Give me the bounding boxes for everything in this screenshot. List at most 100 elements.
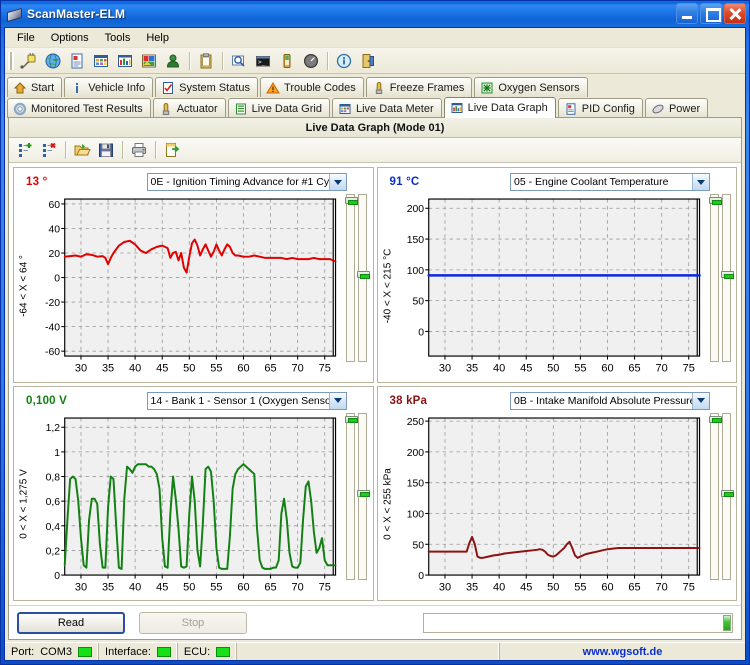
tab-actuator[interactable]: Actuator — [152, 98, 226, 118]
chart-panel-o2-sensor: 0,100 V 14 - Bank 1 - Sensor 1 (Oxygen S… — [13, 385, 374, 601]
svg-text:200: 200 — [406, 204, 424, 215]
svg-text:65: 65 — [264, 581, 276, 593]
terminal-icon[interactable]: >_ — [252, 50, 274, 72]
pid-select-coolant-temp[interactable]: 05 - Engine Coolant Temperature — [510, 173, 710, 191]
read-button[interactable]: Read — [17, 611, 125, 634]
tab-live-data-meter[interactable]: Live Data Meter — [331, 98, 442, 118]
svg-text:40: 40 — [129, 581, 141, 593]
menu-help[interactable]: Help — [138, 30, 177, 46]
svg-text:20: 20 — [49, 249, 61, 260]
connect-plug-icon[interactable] — [18, 50, 40, 72]
tab-monitored-test-results[interactable]: Monitored Test Results — [7, 98, 151, 118]
ecu-led-icon — [216, 646, 231, 657]
open-folder-icon[interactable] — [71, 139, 93, 161]
chart-current-value: 91 °C — [389, 176, 420, 188]
tab-label: Trouble Codes — [284, 81, 356, 94]
print-icon[interactable] — [128, 139, 150, 161]
battery-icon[interactable] — [276, 50, 298, 72]
tab-pid-config[interactable]: PID Config — [557, 98, 643, 118]
warning-triangle-icon — [266, 81, 280, 95]
plot-area[interactable]: 250 200 150 100 50 0 30 35 40 45 50 55 60 65 70 75 — [394, 411, 707, 599]
pid-select-label: 0B - Intake Manifold Absolute Pressure — [514, 394, 692, 407]
menu-options[interactable]: Options — [43, 30, 97, 46]
svg-text:150: 150 — [406, 235, 424, 246]
chart-sliders — [706, 411, 734, 599]
vertical-scale-slider[interactable] — [708, 412, 722, 580]
vertical-offset-slider[interactable] — [720, 194, 734, 362]
tab-start[interactable]: Start — [7, 77, 63, 97]
minimize-button[interactable] — [676, 3, 698, 24]
tab-live-data-grid[interactable]: Live Data Grid — [227, 98, 330, 118]
svg-text:50: 50 — [183, 581, 195, 593]
pid-select-ignition-timing[interactable]: 0E - Ignition Timing Advance for #1 Cyli… — [146, 173, 347, 191]
port-led-icon — [78, 646, 93, 657]
close-button[interactable] — [724, 3, 746, 24]
chevron-down-icon[interactable] — [692, 392, 709, 409]
tab-oxygen-sensors[interactable]: Oxygen Sensors — [474, 77, 588, 97]
tab-system-status[interactable]: System Status — [155, 77, 259, 97]
maximize-button[interactable] — [700, 3, 722, 24]
tab-vehicle-info[interactable]: Vehicle Info — [64, 77, 154, 97]
svg-text:45: 45 — [156, 362, 168, 374]
bar-chart-icon[interactable] — [114, 50, 136, 72]
add-graph-icon[interactable] — [14, 139, 36, 161]
svg-text:60: 60 — [49, 200, 61, 211]
export-icon[interactable] — [161, 139, 183, 161]
vertical-scale-slider[interactable] — [345, 412, 358, 580]
svg-text:50: 50 — [547, 581, 559, 593]
vertical-offset-slider[interactable] — [357, 194, 370, 362]
report-document-icon[interactable] — [66, 50, 88, 72]
tab-power[interactable]: Power — [644, 98, 709, 118]
pid-select-map-pressure[interactable]: 0B - Intake Manifold Absolute Pressure — [510, 391, 710, 410]
charts-grid: 13 ° 0E - Ignition Timing Advance for #1… — [9, 163, 741, 605]
svg-text:1,2: 1,2 — [46, 423, 61, 434]
user-icon[interactable] — [162, 50, 184, 72]
svg-text:50: 50 — [547, 362, 559, 374]
svg-text:200: 200 — [406, 447, 424, 458]
plot-area[interactable]: 1,2 1 0,8 0,6 0,4 0,2 0 30 35 40 45 50 55 60 65 70 75 — [30, 411, 343, 599]
website-link[interactable]: www.wgsoft.de — [500, 643, 745, 660]
home-icon — [13, 81, 27, 95]
checklist-icon — [161, 81, 175, 95]
vertical-offset-slider[interactable] — [720, 412, 734, 580]
graph-toolbar-separator — [155, 141, 156, 159]
plot-area[interactable]: 60 40 20 0 -20 -40 -60 30 35 40 45 50 55 60 65 70 75 — [30, 192, 343, 380]
globe-icon[interactable] — [42, 50, 64, 72]
svg-text:0,6: 0,6 — [46, 497, 61, 508]
tab-trouble-codes[interactable]: Trouble Codes — [260, 77, 364, 97]
info-icon[interactable] — [333, 50, 355, 72]
menu-tools[interactable]: Tools — [97, 30, 139, 46]
progress-bar — [423, 612, 733, 633]
clipboard-icon[interactable] — [195, 50, 217, 72]
chart-image-icon[interactable] — [138, 50, 160, 72]
svg-text:45: 45 — [520, 581, 532, 593]
tab-freeze-frames[interactable]: Freeze Frames — [365, 77, 473, 97]
svg-text:55: 55 — [574, 581, 586, 593]
chart-panel-ignition-timing: 13 ° 0E - Ignition Timing Advance for #1… — [13, 167, 374, 383]
chart-panel-map-pressure: 38 kPa 0B - Intake Manifold Absolute Pre… — [376, 385, 737, 601]
svg-text:0,4: 0,4 — [46, 521, 61, 532]
chevron-down-icon[interactable] — [692, 174, 709, 190]
freeze-icon — [372, 81, 386, 95]
exit-door-icon[interactable] — [357, 50, 379, 72]
chevron-down-icon[interactable] — [328, 392, 346, 409]
remove-graph-icon[interactable] — [38, 139, 60, 161]
vertical-scale-slider[interactable] — [708, 194, 722, 362]
search-preview-icon[interactable] — [228, 50, 250, 72]
grid-table-icon[interactable] — [90, 50, 112, 72]
tab-row-2: Monitored Test Results Actuator Live Dat… — [7, 97, 743, 118]
vertical-offset-slider[interactable] — [357, 412, 370, 580]
save-disk-icon[interactable] — [95, 139, 117, 161]
chart-sliders — [706, 192, 734, 380]
tab-label: Power — [668, 102, 701, 115]
tab-label: System Status — [179, 81, 251, 94]
pid-select-o2-sensor[interactable]: 14 - Bank 1 - Sensor 1 (Oxygen Sensor Vo… — [146, 391, 347, 410]
tab-live-data-graph[interactable]: Live Data Graph — [443, 97, 556, 118]
chevron-down-icon[interactable] — [328, 174, 346, 190]
svg-text:60: 60 — [237, 362, 249, 374]
plot-area[interactable]: 200 150 100 50 0 30 35 40 45 50 55 60 65 70 75 — [394, 192, 707, 380]
gauge-icon[interactable] — [300, 50, 322, 72]
vertical-scale-slider[interactable] — [345, 194, 358, 362]
toolbar-grip[interactable] — [8, 51, 14, 70]
menu-file[interactable]: File — [9, 30, 43, 46]
